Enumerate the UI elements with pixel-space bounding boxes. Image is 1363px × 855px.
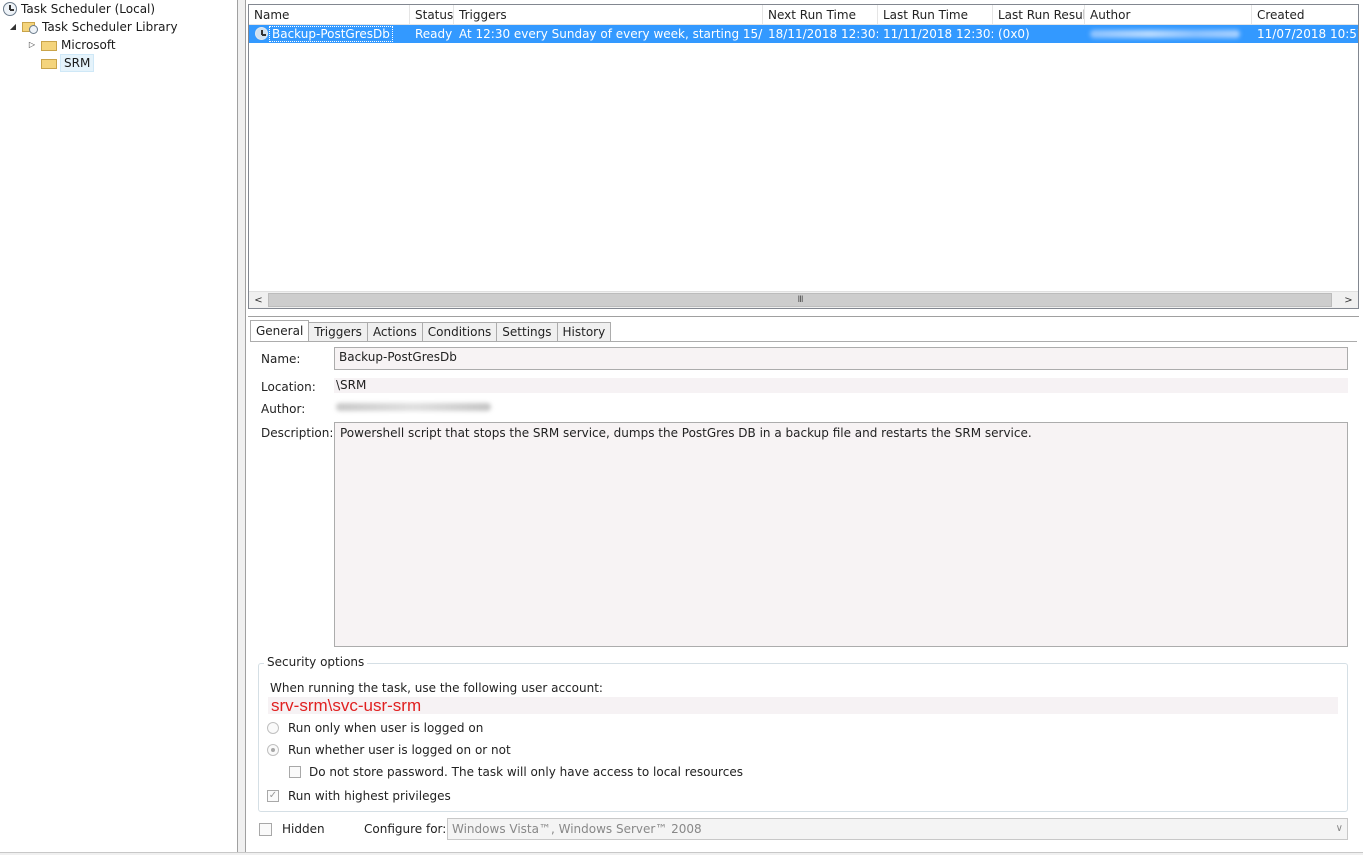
run-highest-privileges-label: Run with highest privileges [288, 789, 451, 803]
tab-divider [250, 341, 1357, 342]
task-details-panel: General Triggers Actions Conditions Sett… [248, 316, 1359, 850]
author-label: Author: [261, 402, 306, 416]
redacted-author [1090, 30, 1240, 38]
list-header: Name Status Triggers Next Run Time Last … [249, 5, 1358, 25]
run-logged-on-radio[interactable] [267, 722, 279, 734]
security-options-title: Security options [264, 655, 368, 669]
do-not-store-password-label: Do not store password. The task will onl… [309, 765, 743, 779]
run-whether-logged-on-radio[interactable] [267, 744, 279, 756]
clock-icon [3, 2, 17, 16]
folder-icon [41, 39, 57, 51]
hidden-label: Hidden [282, 822, 325, 836]
column-header-name[interactable]: Name [249, 5, 410, 25]
tab-actions[interactable]: Actions [367, 322, 423, 342]
account-field: srv-srm\svc-usr-srm [268, 697, 1338, 714]
task-name-cell: Backup-PostGresDb [269, 26, 393, 42]
run-logged-on-label: Run only when user is logged on [288, 721, 484, 735]
navigation-tree: Task Scheduler (Local) ◢ Task Scheduler … [0, 0, 238, 855]
folder-icon [41, 57, 57, 69]
author-value-redacted [336, 399, 491, 414]
details-tabs: General Triggers Actions Conditions Sett… [250, 320, 612, 342]
scroll-right-icon[interactable]: > [1340, 292, 1357, 308]
hidden-checkbox[interactable] [259, 823, 272, 836]
expanded-arrow-icon[interactable]: ◢ [8, 22, 18, 32]
tree-item-task-scheduler-library[interactable]: ◢ Task Scheduler Library [8, 18, 178, 36]
library-folder-icon [22, 20, 38, 34]
tree-item-label: Microsoft [61, 38, 116, 52]
run-highest-privileges-checkbox[interactable]: ✓ [267, 790, 279, 802]
configure-for-value: Windows Vista™, Windows Server™ 2008 [452, 822, 702, 836]
column-header-triggers[interactable]: Triggers [454, 5, 763, 25]
location-label: Location: [261, 380, 316, 394]
tab-conditions[interactable]: Conditions [422, 322, 498, 342]
configure-for-label: Configure for: [364, 822, 447, 836]
task-last-run-cell: 11/11/2018 12:30:00 [883, 27, 993, 41]
tree-item-label: Task Scheduler (Local) [21, 2, 156, 16]
tab-general[interactable]: General [250, 320, 310, 342]
description-field[interactable]: Powershell script that stops the SRM ser… [334, 422, 1348, 647]
collapsed-arrow-icon[interactable]: ▷ [27, 40, 37, 50]
location-value: \SRM [334, 378, 1348, 393]
account-value: srv-srm\svc-usr-srm [271, 696, 422, 715]
task-list: Name Status Triggers Next Run Time Last … [248, 4, 1359, 309]
task-triggers-cell: At 12:30 every Sunday of every week, sta… [459, 27, 763, 41]
redacted-author [336, 403, 491, 411]
task-status-cell: Ready [415, 27, 453, 41]
tab-triggers[interactable]: Triggers [309, 322, 368, 342]
tree-item-microsoft[interactable]: ▷ Microsoft [27, 36, 116, 54]
account-prompt: When running the task, use the following… [270, 681, 603, 695]
column-header-last-run-time[interactable]: Last Run Time [878, 5, 993, 25]
task-clock-icon [255, 27, 268, 40]
scrollbar-thumb[interactable]: III [268, 293, 1332, 307]
tab-history[interactable]: History [557, 322, 612, 342]
tree-item-srm[interactable]: SRM [41, 54, 95, 72]
run-whether-logged-on-label: Run whether user is logged on or not [288, 743, 511, 757]
column-header-author[interactable]: Author [1085, 5, 1252, 25]
description-label: Description: [261, 426, 334, 440]
scroll-left-icon[interactable]: < [250, 292, 267, 308]
table-row[interactable]: Backup-PostGresDb Ready At 12:30 every S… [249, 25, 1358, 43]
tab-settings[interactable]: Settings [497, 322, 558, 342]
tree-item-task-scheduler-local[interactable]: Task Scheduler (Local) [3, 0, 155, 18]
name-field[interactable]: Backup-PostGresDb [334, 347, 1348, 370]
column-header-created[interactable]: Created [1252, 5, 1358, 25]
task-last-result-cell: (0x0) [998, 27, 1030, 41]
task-author-cell [1085, 25, 1252, 43]
name-label: Name: [261, 352, 301, 366]
column-header-status[interactable]: Status [410, 5, 454, 25]
column-header-next-run-time[interactable]: Next Run Time [763, 5, 878, 25]
tree-item-label: SRM [60, 54, 95, 72]
configure-for-select[interactable]: Windows Vista™, Windows Server™ 2008 ∨ [447, 818, 1348, 840]
task-created-cell: 11/07/2018 10:57:22 [1257, 27, 1358, 41]
chevron-down-icon: ∨ [1335, 823, 1343, 834]
tree-item-label: Task Scheduler Library [42, 20, 178, 34]
horizontal-scrollbar[interactable]: < III > [249, 291, 1358, 308]
column-header-last-run-result[interactable]: Last Run Result [993, 5, 1085, 25]
task-next-run-cell: 18/11/2018 12:30:00 [768, 27, 878, 41]
do-not-store-password-checkbox[interactable] [289, 766, 301, 778]
pane-splitter[interactable] [238, 0, 246, 855]
